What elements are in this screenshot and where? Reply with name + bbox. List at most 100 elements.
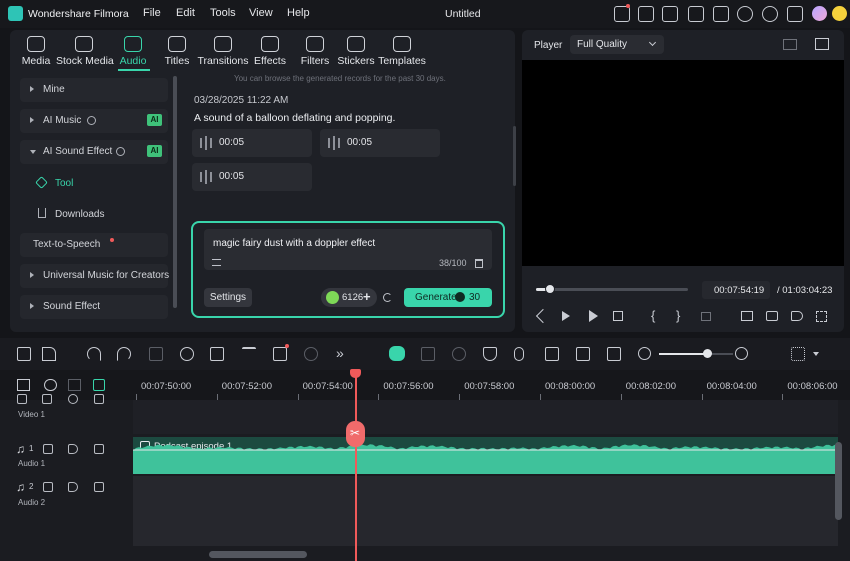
sidebar-item-ai-music[interactable]: AI Music AI [20, 109, 168, 133]
grid-view-icon[interactable] [783, 39, 797, 50]
avatar[interactable] [812, 6, 827, 21]
vertical-scrollbar[interactable] [835, 442, 842, 520]
sidebar-item-sound-effect[interactable]: Sound Effect [20, 295, 168, 319]
track-height-icon[interactable] [68, 379, 81, 391]
headset-icon[interactable] [762, 6, 778, 22]
crop-icon[interactable] [273, 347, 287, 361]
shield-icon[interactable] [483, 347, 497, 361]
video-track-lane[interactable] [133, 400, 838, 434]
grid-icon[interactable] [787, 6, 803, 22]
sidebar-item-text-to-speech[interactable]: Text-to-Speech [20, 233, 168, 257]
menu-help[interactable]: Help [287, 7, 310, 19]
zoom-handle[interactable] [703, 349, 713, 358]
cut-icon[interactable] [180, 347, 194, 361]
menu-tools[interactable]: Tools [210, 7, 236, 19]
tab-templates[interactable]: Templates [374, 34, 430, 70]
settings-button[interactable]: Settings [204, 288, 252, 307]
fit-icon[interactable] [607, 347, 621, 361]
audio-track-2-lane[interactable] [133, 476, 838, 546]
ai-mate-icon[interactable] [389, 346, 405, 361]
volume-icon[interactable] [791, 311, 803, 321]
snap-icon[interactable] [93, 379, 105, 391]
sidebar-item-tool[interactable]: Tool [20, 171, 168, 195]
split-scissors-icon[interactable]: ✂ [346, 421, 365, 447]
sound-clip[interactable]: 00:05 [320, 129, 440, 157]
results-scrollbar[interactable] [513, 126, 516, 186]
help-icon[interactable] [87, 116, 96, 125]
credits-button[interactable]: 6126 + [321, 288, 377, 307]
mute-icon[interactable] [94, 394, 104, 404]
select-arrow-icon[interactable] [42, 347, 56, 361]
mark-out-icon[interactable]: } [676, 308, 680, 323]
lock-icon[interactable] [42, 394, 52, 404]
volume-icon[interactable] [68, 482, 78, 492]
horizontal-scrollbar[interactable] [209, 551, 307, 558]
zoom-slider[interactable] [659, 353, 733, 355]
layout-icon[interactable] [688, 6, 704, 22]
display-icon[interactable] [741, 311, 753, 321]
menu-file[interactable]: File [143, 7, 161, 19]
gift-icon[interactable] [614, 6, 630, 22]
replace-icon[interactable] [576, 347, 590, 361]
sidebar-item-universal-music[interactable]: Universal Music for Creators [20, 264, 169, 288]
generate-button[interactable]: Generate 30 [404, 288, 492, 307]
play-icon[interactable] [589, 310, 598, 322]
image-icon[interactable] [662, 6, 678, 22]
prompt-input[interactable]: magic fairy dust with a doppler effect 3… [204, 229, 492, 270]
microphone-icon[interactable] [514, 347, 524, 361]
shuffle-icon[interactable] [212, 259, 221, 266]
redo-icon[interactable] [117, 347, 131, 361]
text-icon[interactable] [242, 347, 256, 361]
play-reverse-icon[interactable] [562, 311, 570, 321]
link-icon[interactable] [44, 379, 57, 391]
stop-icon[interactable] [613, 311, 623, 321]
tab-stock-media[interactable]: Stock Media [56, 34, 114, 70]
timeline-ruler[interactable]: 00:07:50:00 00:07:52:00 00:07:54:00 00:07:5… [0, 370, 850, 400]
camera-icon[interactable] [421, 347, 435, 361]
snapshot-icon[interactable] [766, 311, 778, 321]
delete-icon[interactable] [475, 259, 483, 268]
marker-icon[interactable] [701, 312, 711, 321]
more-tools-icon[interactable]: » [336, 345, 344, 361]
progress-track[interactable] [536, 288, 688, 291]
sidebar-item-downloads[interactable]: Downloads [20, 202, 168, 226]
color-icon[interactable] [304, 347, 318, 361]
sound-clip[interactable]: 00:05 [192, 129, 312, 157]
eye-icon[interactable] [68, 394, 78, 404]
mark-in-icon[interactable]: { [651, 308, 655, 323]
fullscreen-icon[interactable] [816, 311, 827, 322]
volume-icon[interactable] [68, 444, 78, 454]
audio-edit-icon[interactable] [210, 347, 224, 361]
sound-clip[interactable]: 00:05 [192, 163, 312, 191]
track-layout-icon[interactable] [791, 347, 805, 361]
help-icon[interactable] [116, 147, 125, 156]
add-track-icon[interactable] [17, 379, 30, 391]
undo-icon[interactable] [87, 347, 101, 361]
playhead-line[interactable] [355, 372, 357, 561]
delete-icon[interactable] [149, 347, 163, 361]
mute-icon[interactable] [94, 444, 104, 454]
quality-dropdown[interactable]: Full Quality [570, 35, 664, 54]
sidebar-item-ai-sound-effect[interactable]: AI Sound Effect AI [20, 140, 168, 164]
zoom-in-icon[interactable] [735, 347, 748, 360]
zoom-out-icon[interactable] [638, 347, 651, 360]
step-back-icon[interactable] [535, 308, 551, 324]
mute-icon[interactable] [94, 482, 104, 492]
menu-edit[interactable]: Edit [176, 7, 195, 19]
menu-view[interactable]: View [249, 7, 273, 19]
folder-icon[interactable] [43, 444, 53, 454]
waveform-view-icon[interactable] [815, 38, 829, 50]
sidebar-item-mine[interactable]: Mine [20, 78, 168, 102]
audio-clip[interactable]: Podcast episode 1 [133, 437, 838, 474]
sidebar-scrollbar[interactable] [173, 76, 177, 308]
cloud-upload-icon[interactable] [737, 6, 753, 22]
add-credits-icon[interactable] [832, 6, 847, 21]
send-icon[interactable] [638, 6, 654, 22]
playhead-handle[interactable] [350, 369, 361, 378]
progress-handle[interactable] [544, 284, 555, 294]
record-icon[interactable] [452, 347, 466, 361]
refresh-icon[interactable] [383, 293, 392, 302]
layout-grid-icon[interactable] [17, 347, 31, 361]
audio-stretch-icon[interactable] [545, 347, 559, 361]
chevron-down-icon[interactable] [813, 352, 819, 356]
